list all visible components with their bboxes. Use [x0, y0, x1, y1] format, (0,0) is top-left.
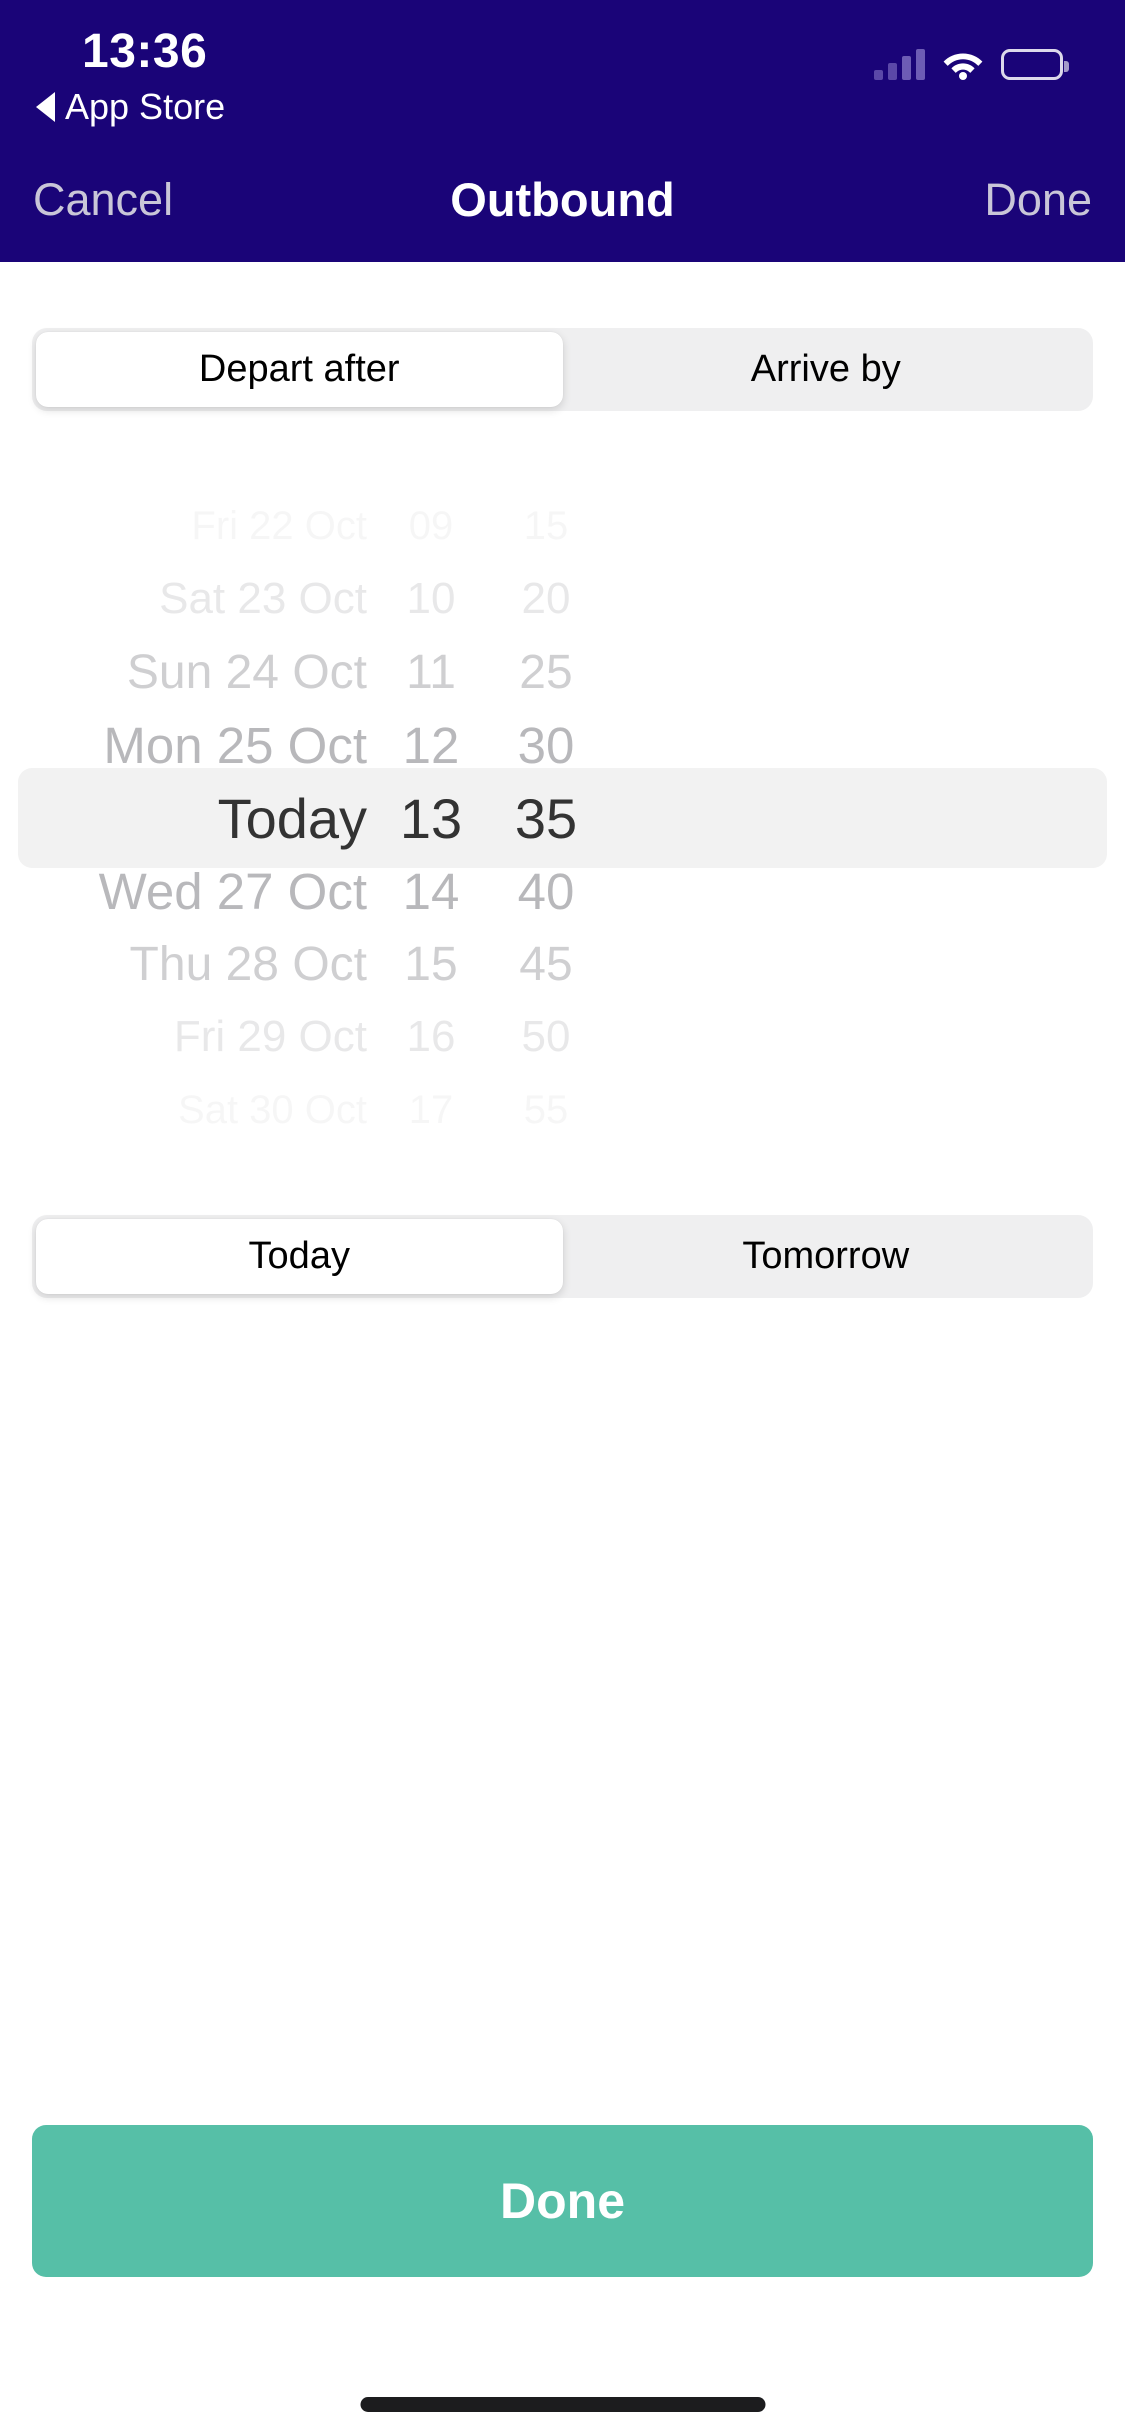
picker-minute-value: 25	[519, 645, 573, 699]
segment-arrive-by[interactable]: Arrive by	[563, 332, 1090, 407]
picker-date-value: Fri 22 Oct	[191, 503, 367, 548]
picker-minute-value: 20	[521, 574, 571, 623]
status-icons	[874, 36, 1069, 80]
picker-hour-value: 14	[402, 862, 460, 920]
picker-row-selected[interactable]: Today 13 35	[0, 787, 1125, 850]
picker-hour-value: 10	[406, 574, 456, 623]
triangle-left-icon	[36, 92, 55, 122]
datetime-picker[interactable]: Fri 22 Oct 09 15 Sat 23 Oct 10 20 Sun 24 Oct 11…	[0, 470, 1125, 1170]
picker-date-value: Sat 30 Oct	[178, 1087, 367, 1132]
picker-date-value: Sat 23 Oct	[159, 574, 367, 623]
nav-done-button[interactable]: Done	[984, 174, 1092, 226]
picker-row[interactable]: Fri 29 Oct 16 50	[0, 1008, 1125, 1066]
status-bar: 13:36 App Store	[0, 0, 1125, 132]
app-screen: 13:36 App Store Cancel Outbound Done Dep…	[0, 0, 1125, 2436]
picker-minute-value: 40	[517, 862, 575, 920]
home-indicator[interactable]	[360, 2397, 765, 2412]
picker-minute-value: 30	[517, 716, 575, 774]
picker-hour-value: 13	[399, 786, 463, 850]
segment-tomorrow[interactable]: Tomorrow	[563, 1219, 1090, 1294]
picker-minute-value: 45	[519, 937, 573, 991]
back-to-app-store-button[interactable]: App Store	[36, 86, 225, 128]
done-button[interactable]: Done	[32, 2125, 1093, 2277]
mode-segmented-control[interactable]: Depart after Arrive by	[32, 328, 1093, 411]
picker-row[interactable]: Sun 24 Oct 11 25	[0, 643, 1125, 701]
picker-date-value: Mon 25 Oct	[103, 716, 367, 774]
picker-row[interactable]: Sat 23 Oct 10 20	[0, 570, 1125, 628]
picker-minute-value: 35	[514, 786, 578, 850]
picker-hour-value: 12	[402, 716, 460, 774]
picker-minute-value: 50	[521, 1012, 571, 1061]
picker-hour-value: 16	[406, 1012, 456, 1061]
picker-row[interactable]: Mon 25 Oct 12 30	[0, 716, 1125, 774]
navigation-bar: Cancel Outbound Done	[0, 132, 1125, 262]
picker-date-value: Fri 29 Oct	[173, 1012, 367, 1061]
picker-date-value: Thu 28 Oct	[129, 937, 367, 991]
picker-minute-value: 15	[523, 503, 569, 548]
battery-full-icon	[1001, 49, 1069, 80]
day-segmented-control[interactable]: Today Tomorrow	[32, 1215, 1093, 1298]
picker-hour-value: 09	[408, 503, 454, 548]
back-label: App Store	[65, 86, 226, 127]
picker-hour-value: 17	[408, 1087, 454, 1132]
picker-row[interactable]: Thu 28 Oct 15 45	[0, 935, 1125, 993]
wifi-icon	[942, 48, 984, 80]
picker-row[interactable]: Wed 27 Oct 14 40	[0, 862, 1125, 920]
page-title: Outbound	[450, 173, 675, 226]
picker-date-value: Sun 24 Oct	[126, 645, 367, 699]
picker-minute-value: 55	[523, 1087, 569, 1132]
picker-row[interactable]: Fri 22 Oct 09 15	[0, 497, 1125, 555]
picker-rows[interactable]: Fri 22 Oct 09 15 Sat 23 Oct 10 20 Sun 24 Oct 11…	[0, 470, 1125, 1170]
cellular-signal-icon	[874, 48, 925, 80]
picker-hour-value: 11	[406, 645, 456, 699]
segment-today[interactable]: Today	[36, 1219, 563, 1294]
picker-row[interactable]: Sat 30 Oct 17 55	[0, 1081, 1125, 1139]
picker-date-value: Wed 27 Oct	[98, 862, 367, 920]
segment-depart-after[interactable]: Depart after	[36, 332, 563, 407]
status-time: 13:36	[82, 25, 208, 78]
picker-date-value: Today	[217, 786, 367, 850]
picker-hour-value: 15	[404, 937, 458, 991]
